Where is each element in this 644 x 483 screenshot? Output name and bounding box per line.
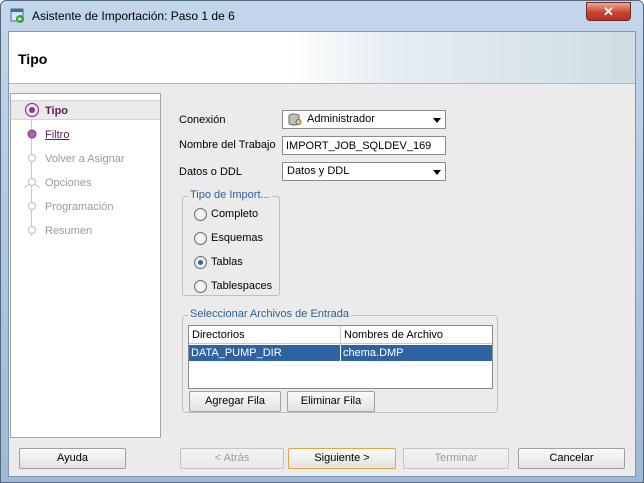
data-ddl-select[interactable]: Datos y DDL (282, 162, 446, 181)
step-current-icon (24, 102, 40, 118)
steps-panel: Tipo Filtro Volver a Asignar Opciones Pr… (10, 93, 161, 438)
help-button[interactable]: Ayuda (19, 448, 126, 469)
step-label: Opciones (45, 177, 92, 189)
close-icon[interactable]: ✕ (586, 2, 631, 21)
job-name-label: Nombre del Trabajo (179, 139, 276, 151)
step-label: Programación (45, 201, 114, 213)
radio-completo[interactable] (194, 208, 207, 221)
finish-button: Terminar (403, 448, 509, 469)
radio-esquemas[interactable] (194, 232, 207, 245)
app-icon (10, 8, 24, 23)
step-tipo[interactable]: Tipo (11, 100, 160, 120)
cancel-button[interactable]: Cancelar (518, 448, 625, 469)
database-user-icon (288, 113, 302, 126)
radio-tablas[interactable] (194, 256, 207, 269)
data-ddl-value: Datos y DDL (287, 165, 350, 177)
radio-label: Tablas (211, 256, 243, 268)
column-header-nombres[interactable]: Nombres de Archivo (341, 326, 492, 344)
step-pending-icon (28, 226, 36, 234)
step-resumen: Resumen (11, 221, 160, 241)
step-pending-icon (28, 202, 36, 210)
step-label: Tipo (45, 105, 69, 117)
table-cell[interactable]: chema.DMP (343, 347, 404, 359)
cell-divider (340, 345, 341, 361)
import-type-group: Tipo de Import... Completo Esquemas Tabl… (182, 189, 280, 296)
next-button-label: Siguiente > (314, 452, 370, 464)
next-button[interactable]: Siguiente > (288, 448, 396, 469)
step-opciones: Opciones (11, 173, 160, 193)
step-branch-icon (24, 178, 40, 189)
connection-select[interactable]: Administrador (282, 110, 446, 129)
radio-tablespaces[interactable] (194, 280, 207, 293)
connection-label: Conexión (179, 114, 226, 126)
radio-label: Tablespaces (211, 280, 273, 292)
cancel-button-label: Cancelar (549, 452, 594, 464)
step-volver-a-asignar: Volver a Asignar (11, 149, 160, 169)
table-row[interactable]: DATA_PUMP_DIR chema.DMP (189, 345, 492, 361)
help-button-label: Ayuda (57, 452, 88, 464)
input-files-title: Seleccionar Archivos de Entrada (188, 308, 351, 320)
step-programacion: Programación (11, 197, 160, 217)
input-files-table: Directorios Nombres de Archivo DATA_PUMP… (188, 325, 493, 389)
job-name-field[interactable] (282, 136, 446, 155)
import-wizard-window: Asistente de Importación: Paso 1 de 6 ✕ … (0, 0, 644, 483)
page-title: Tipo (18, 51, 48, 67)
finish-button-label: Terminar (434, 452, 478, 464)
window-title: Asistente de Importación: Paso 1 de 6 (32, 9, 235, 23)
table-cell[interactable]: DATA_PUMP_DIR (191, 347, 282, 359)
delete-row-button[interactable]: Eliminar Fila (287, 391, 375, 412)
title-bar: Asistente de Importación: Paso 1 de 6 ✕ (1, 1, 643, 31)
add-row-button[interactable]: Agregar Fila (189, 391, 281, 412)
step-label: Filtro (45, 129, 70, 141)
step-filtro[interactable]: Filtro (11, 125, 160, 145)
input-files-group: Seleccionar Archivos de Entrada Director… (182, 308, 498, 413)
wizard-body: Tipo Tipo Filtro Volver a Asignar Opcion… (8, 31, 636, 477)
column-header-directorios[interactable]: Directorios (189, 326, 341, 344)
radio-label: Completo (211, 208, 259, 220)
back-button: < Atrás (180, 448, 284, 469)
wizard-header: Tipo (9, 32, 635, 84)
chevron-down-icon (433, 170, 441, 175)
step-available-icon (27, 129, 37, 139)
back-button-label: < Atrás (214, 452, 250, 464)
step-label: Resumen (45, 225, 93, 237)
connection-value: Administrador (307, 113, 375, 125)
data-ddl-label: Datos o DDL (179, 166, 242, 178)
chevron-down-icon (433, 118, 441, 123)
import-type-title: Tipo de Import... (188, 189, 272, 201)
step-label: Volver a Asignar (45, 153, 125, 165)
radio-label: Esquemas (211, 232, 263, 244)
step-pending-icon (28, 154, 36, 162)
